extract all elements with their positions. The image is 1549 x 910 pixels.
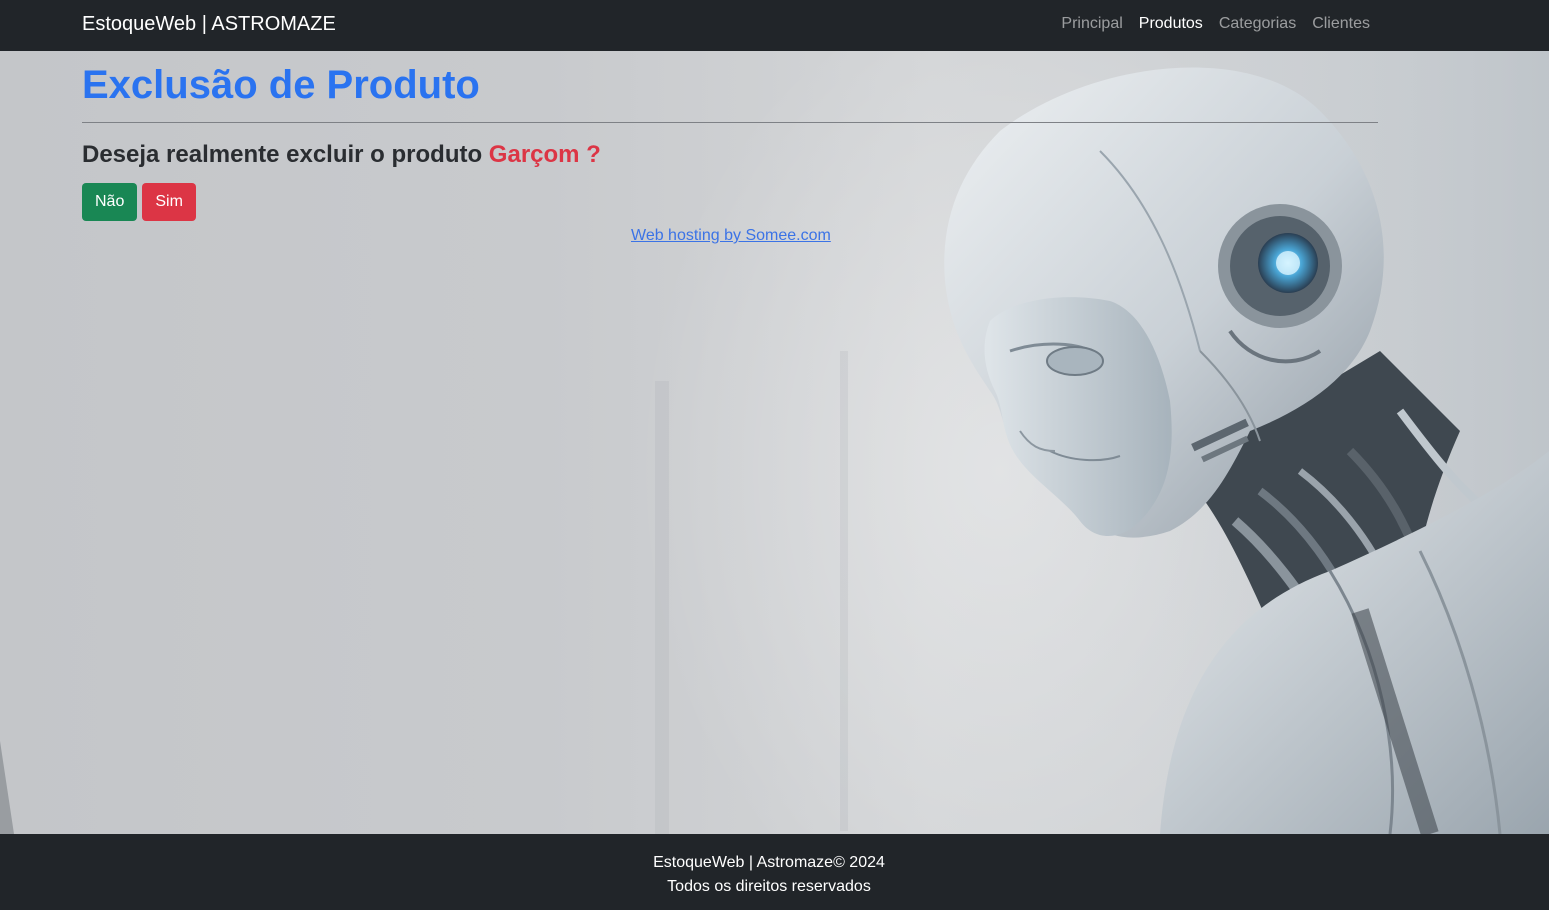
product-name: Garçom ? [488,141,601,168]
footer-rights: Todos os direitos reservados [667,878,871,895]
nav-link-principal[interactable]: Principal [1061,13,1122,35]
delete-confirmation-question: Deseja realmente excluir o produto Garço… [82,140,1378,170]
top-navbar: EstoqueWeb | ASTROMAZE Principal Produto… [0,0,1549,51]
nav-link-clientes[interactable]: Clientes [1312,13,1370,35]
nav-menu: Principal Produtos Categorias Clientes [1061,13,1370,35]
title-divider [82,122,1378,123]
confirmation-buttons: Não Sim [82,183,1378,221]
page-title: Exclusão de Produto [82,63,480,107]
yes-button[interactable]: Sim [142,183,196,221]
question-text: Deseja realmente excluir o produto [82,141,483,168]
nav-link-categorias[interactable]: Categorias [1219,13,1296,35]
footer-copyright: EstoqueWeb | Astromaze© 2024 [653,854,885,871]
nav-link-produtos[interactable]: Produtos [1139,13,1203,35]
no-button[interactable]: Não [82,183,138,221]
footer: EstoqueWeb | Astromaze© 2024 Todos os di… [0,834,1549,910]
main-content: Exclusão de Produto Deseja realmente exc… [82,51,1378,221]
web-hosting-link[interactable]: Web hosting by Somee.com [631,226,831,246]
brand-link[interactable]: EstoqueWeb | ASTROMAZE [82,12,336,36]
